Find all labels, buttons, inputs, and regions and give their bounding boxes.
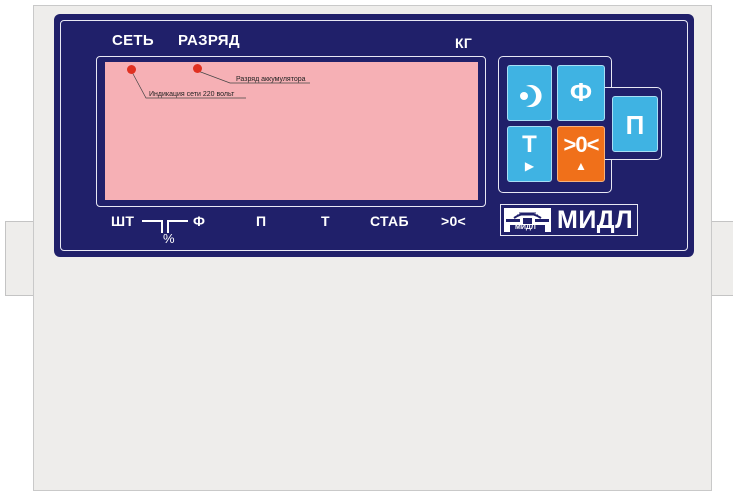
- pieces-label: ШТ: [111, 213, 135, 229]
- zero-button-label: >0<: [563, 132, 600, 157]
- percent-label: %: [163, 231, 175, 246]
- zero-indicator-label: >0<: [441, 213, 467, 229]
- brand-name: МИДЛ: [557, 206, 634, 234]
- right-arrow-icon: ▶: [524, 159, 535, 173]
- tare-button-label: Т: [522, 131, 537, 158]
- tare-button[interactable]: Т ▶: [507, 126, 552, 182]
- network-label: СЕТЬ: [112, 32, 154, 49]
- power-button[interactable]: [507, 65, 552, 121]
- power-icon: [520, 85, 542, 107]
- unit-label: КГ: [455, 35, 473, 51]
- p-label: П: [256, 213, 267, 229]
- brand-logo: МИДЛ МИДЛ: [500, 204, 638, 236]
- scale-emblem: МИДЛ: [504, 208, 551, 232]
- battery-indicator-note: Разряд аккумулятора: [236, 76, 306, 83]
- emblem-brand-text: МИДЛ: [515, 224, 536, 231]
- fixing-label: Ф: [193, 213, 206, 229]
- left-mount-bracket: [5, 221, 35, 296]
- fix-button[interactable]: Ф: [557, 65, 605, 121]
- battery-led: [193, 64, 202, 73]
- zero-button[interactable]: >0< ▲: [557, 126, 605, 182]
- discharge-label: РАЗРЯД: [178, 32, 240, 49]
- up-arrow-icon: ▲: [575, 159, 587, 173]
- t-label: Т: [321, 213, 330, 229]
- scale-terminal: СЕТЬ РАЗРЯД КГ Индикация сети 220 вольт …: [0, 0, 733, 491]
- p-button[interactable]: П: [612, 96, 658, 152]
- network-indicator-note: Индикация сети 220 вольт: [149, 91, 235, 98]
- stab-label: СТАБ: [370, 213, 409, 229]
- network-led: [127, 65, 136, 74]
